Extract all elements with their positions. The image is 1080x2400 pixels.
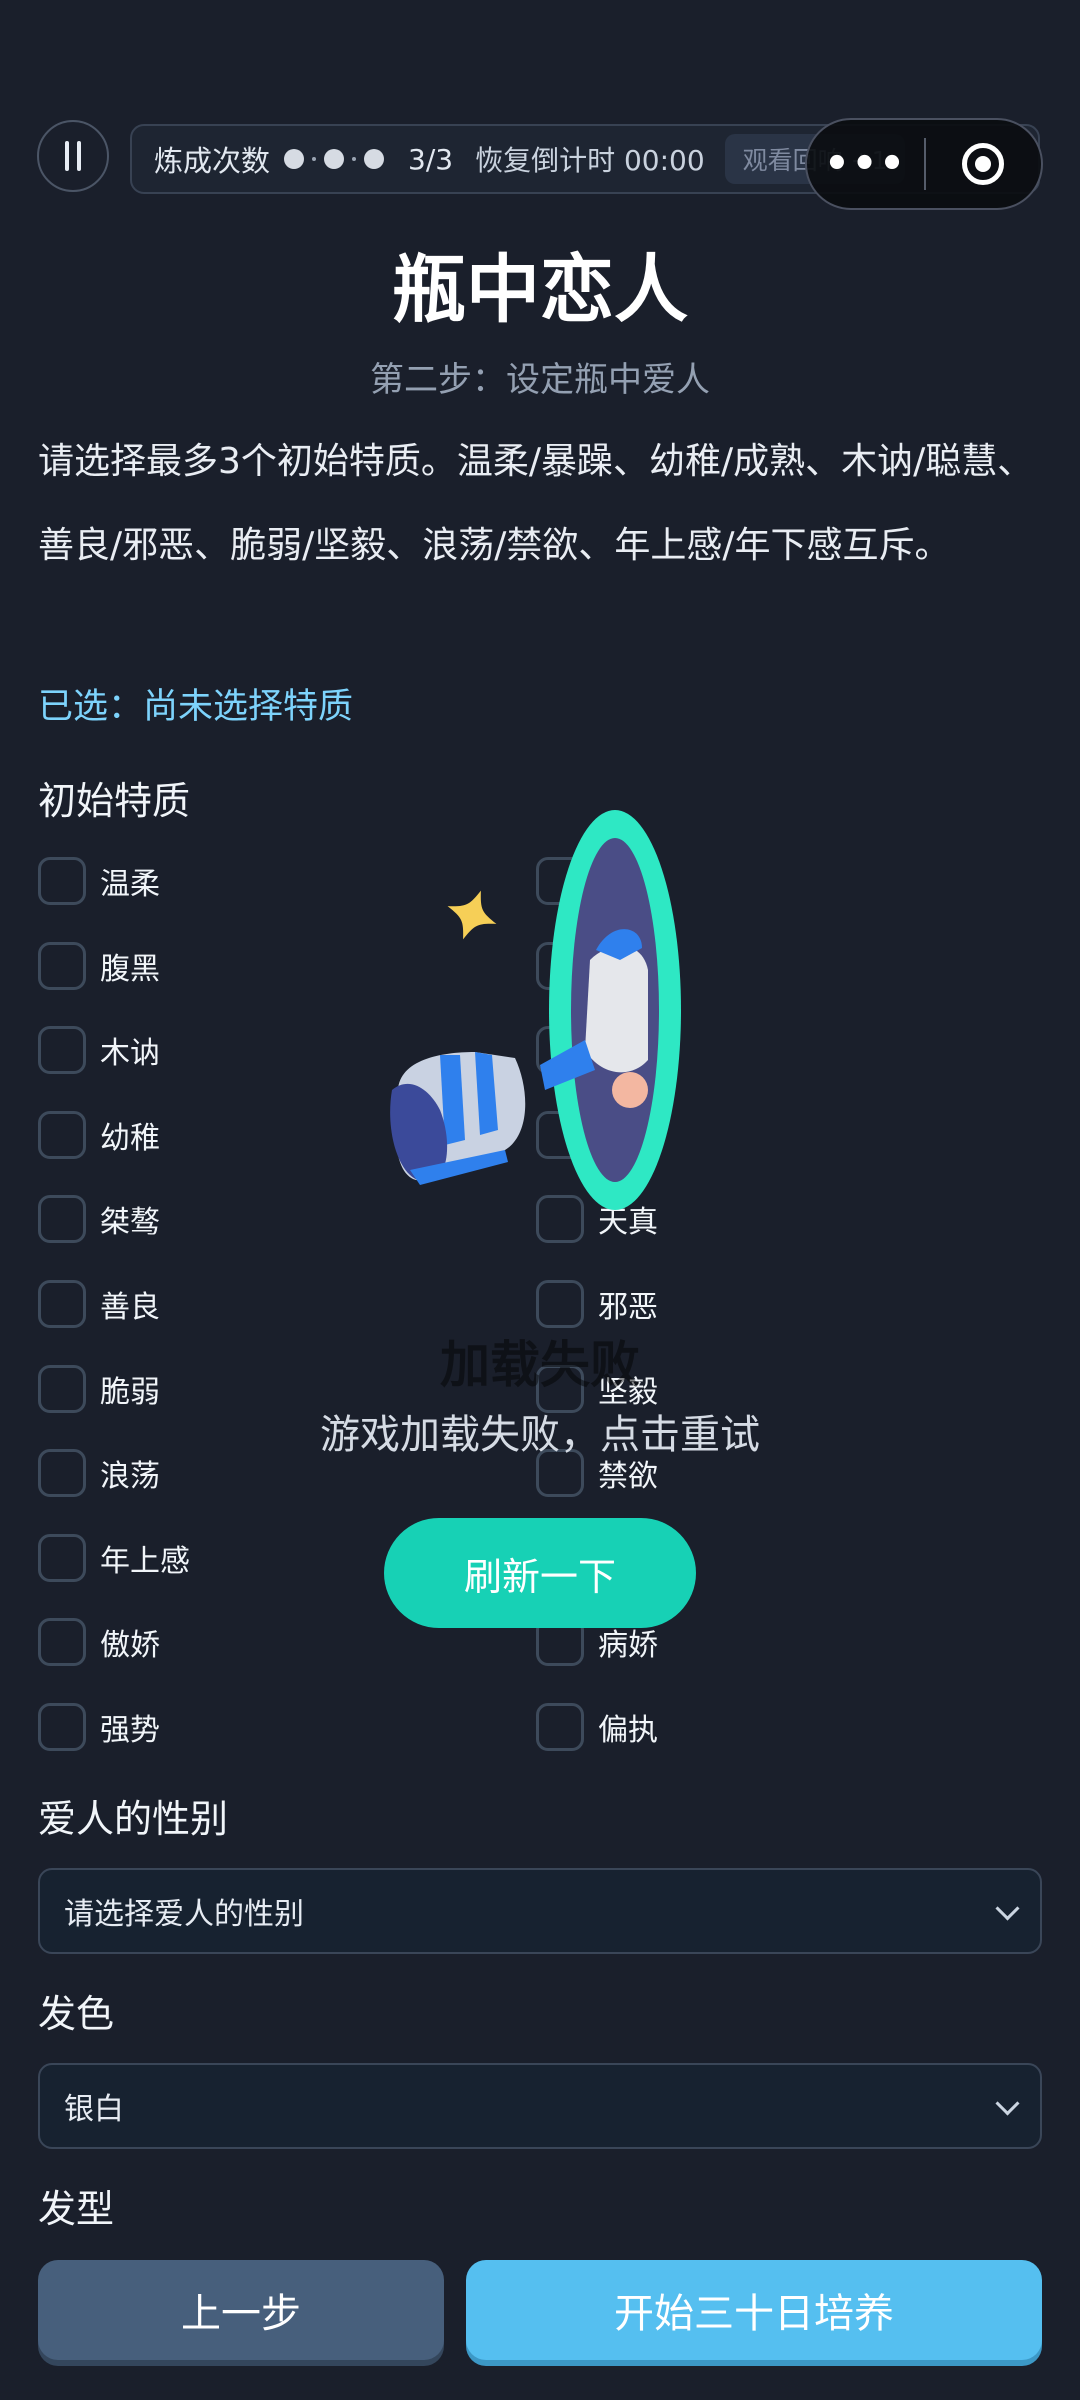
trait-checkbox[interactable] bbox=[536, 1703, 584, 1751]
progress-count: 3/3 bbox=[408, 142, 454, 176]
gender-select[interactable]: 请选择爱人的性别 bbox=[38, 1868, 1042, 1954]
trait-option[interactable]: 傲娇 bbox=[38, 1616, 160, 1668]
trait-label: 年上感 bbox=[100, 1544, 190, 1579]
selected-traits-text: 已选：尚未选择特质 bbox=[38, 687, 354, 727]
trait-label: 温柔 bbox=[100, 867, 160, 902]
start-training-button[interactable]: 开始三十日培养 bbox=[466, 2260, 1042, 2360]
trait-label: 木讷 bbox=[100, 1036, 160, 1071]
trait-label: 傲娇 bbox=[100, 1628, 160, 1663]
top-bar: 炼成次数 3/3 恢复倒计时 00:00 观看回响 +1 ••• bbox=[0, 118, 1080, 210]
recovery-timer: 恢复倒计时 00:00 bbox=[475, 144, 705, 177]
trait-option[interactable]: 温柔 bbox=[38, 855, 160, 907]
trait-checkbox[interactable] bbox=[38, 1618, 86, 1666]
trait-checkbox[interactable] bbox=[38, 1111, 86, 1159]
trait-checkbox[interactable] bbox=[38, 1026, 86, 1074]
trait-option[interactable]: 幼稚 bbox=[38, 1109, 160, 1161]
trait-label: 善良 bbox=[100, 1290, 160, 1325]
chevron-down-icon bbox=[995, 1896, 1020, 1921]
trait-option[interactable]: 强势 bbox=[38, 1701, 160, 1753]
hair-color-value: 银白 bbox=[64, 2092, 124, 2127]
pause-icon bbox=[65, 141, 69, 171]
page-subtitle: 第二步：设定瓶中爱人 bbox=[370, 360, 710, 400]
hair-color-select[interactable]: 银白 bbox=[38, 2063, 1042, 2149]
trait-label: 偏执 bbox=[598, 1713, 658, 1748]
chevron-down-icon bbox=[995, 2091, 1020, 2116]
progress-dots bbox=[284, 149, 385, 169]
trait-option[interactable]: 邪恶 bbox=[536, 1278, 658, 1330]
trait-option[interactable]: 腹黑 bbox=[38, 940, 160, 992]
hair-color-section-title: 发色 bbox=[38, 1992, 115, 2036]
trait-checkbox[interactable] bbox=[38, 1703, 86, 1751]
refresh-button[interactable]: 刷新一下 bbox=[384, 1518, 696, 1628]
page-title: 瓶中恋人 bbox=[392, 247, 688, 333]
trait-checkbox[interactable] bbox=[38, 1534, 86, 1582]
close-target-button[interactable] bbox=[926, 143, 1041, 185]
pause-button[interactable] bbox=[37, 120, 109, 192]
trait-label: 桀骜 bbox=[100, 1205, 160, 1240]
trait-checkbox[interactable] bbox=[38, 1280, 86, 1328]
loading-failed-ghost-text: 加载失败 bbox=[440, 1336, 640, 1394]
trait-checkbox[interactable] bbox=[536, 1280, 584, 1328]
hair-style-section-title: 发型 bbox=[38, 2187, 115, 2231]
gender-select-placeholder: 请选择爱人的性别 bbox=[64, 1897, 304, 1932]
progress-label: 炼成次数 bbox=[154, 144, 271, 178]
trait-option[interactable]: 偏执 bbox=[536, 1701, 658, 1753]
trait-option[interactable]: 桀骜 bbox=[38, 1193, 160, 1245]
loading-error-message[interactable]: 游戏加载失败，点击重试 bbox=[0, 1402, 1080, 1460]
loading-failed-illustration bbox=[390, 810, 681, 1210]
gender-section-title: 爱人的性别 bbox=[38, 1797, 229, 1841]
miniprogram-capsule: ••• bbox=[805, 118, 1043, 210]
sparkle-icon bbox=[447, 890, 497, 940]
trait-label: 腹黑 bbox=[100, 952, 160, 987]
trait-option[interactable]: 善良 bbox=[38, 1278, 160, 1330]
previous-step-button[interactable]: 上一步 bbox=[38, 2260, 444, 2360]
trait-option[interactable]: 年上感 bbox=[38, 1532, 190, 1584]
trait-checkbox[interactable] bbox=[38, 1195, 86, 1243]
trait-label: 强势 bbox=[100, 1713, 160, 1748]
trait-checkbox[interactable] bbox=[38, 942, 86, 990]
trait-label: 幼稚 bbox=[100, 1121, 160, 1156]
traits-section-title: 初始特质 bbox=[38, 779, 191, 823]
target-icon bbox=[962, 143, 1005, 185]
instructions-text: 请选择最多3个初始特质。温柔/暴躁、幼稚/成熟、木讷/聪慧、善良/邪恶、脆弱/坚… bbox=[38, 441, 1034, 566]
trait-checkbox[interactable] bbox=[38, 857, 86, 905]
trait-label: 邪恶 bbox=[598, 1290, 658, 1325]
trait-option[interactable]: 木讷 bbox=[38, 1024, 160, 1076]
more-icon[interactable]: ••• bbox=[807, 141, 924, 187]
